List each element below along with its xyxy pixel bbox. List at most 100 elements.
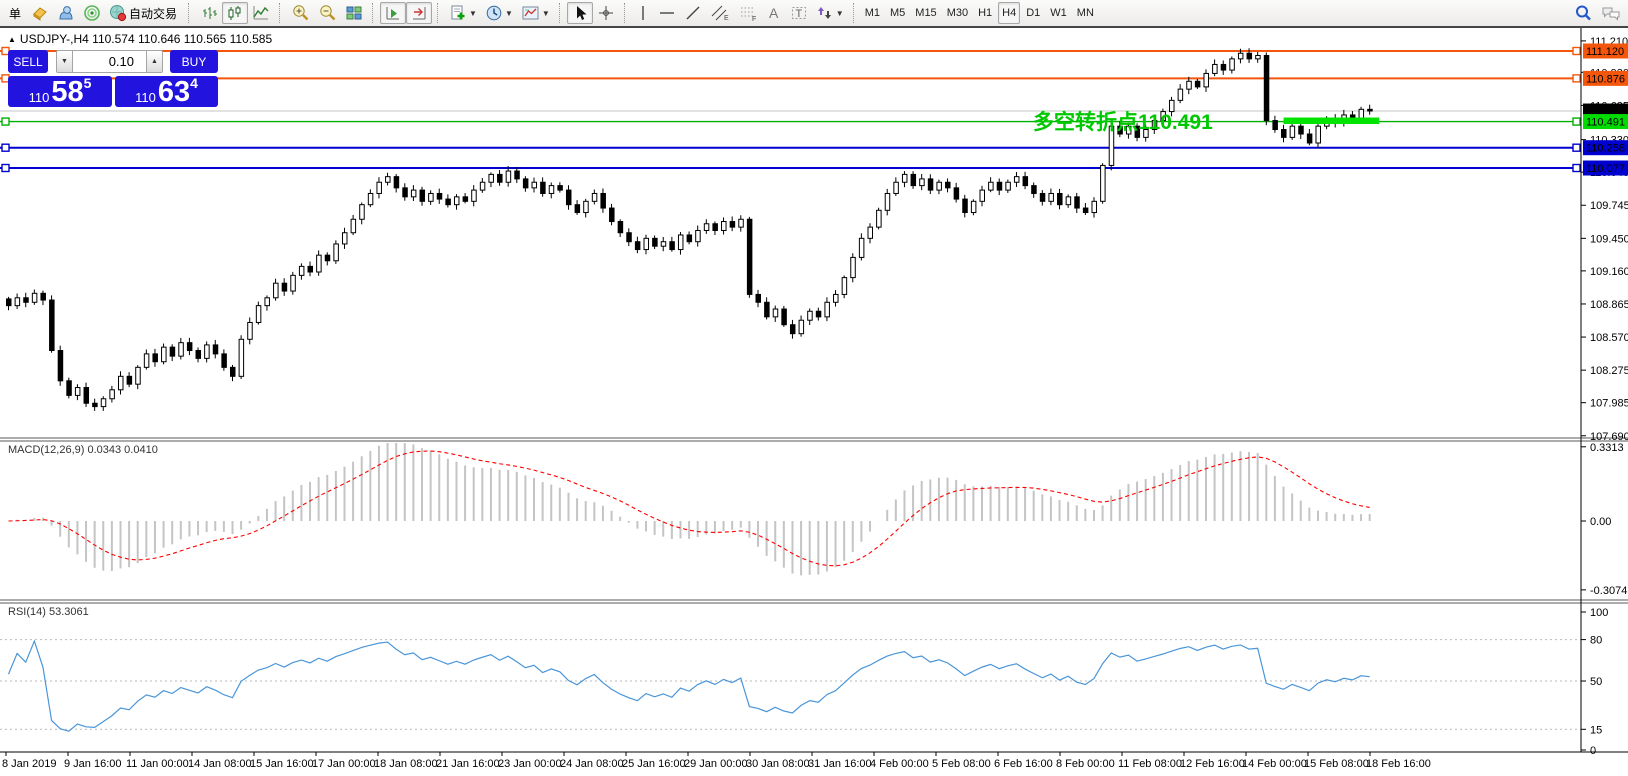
horizontal-line-icon [658, 4, 676, 22]
line-handles[interactable] [2, 48, 1580, 172]
toolbar-separator [559, 3, 564, 23]
bar-chart-button[interactable] [196, 2, 222, 24]
volume-increase-button[interactable]: ▲ [146, 50, 163, 73]
buy-price-button[interactable]: 110634 [115, 76, 218, 107]
search-button[interactable] [1570, 2, 1597, 24]
price-level-lines[interactable] [0, 51, 1580, 168]
chart-autoscroll-button[interactable] [380, 2, 406, 24]
svg-text:109.160: 109.160 [1590, 266, 1628, 278]
toolbar-separator [372, 3, 377, 23]
vertical-line-icon [636, 4, 650, 22]
timeframe-m1[interactable]: M1 [861, 2, 884, 24]
volume-decrease-button[interactable]: ▼ [56, 50, 73, 73]
arrows-icon [816, 4, 834, 22]
svg-text:E: E [724, 15, 729, 22]
fibonacci-button[interactable]: F [734, 2, 762, 24]
svg-text:14 Jan 08:00: 14 Jan 08:00 [188, 758, 252, 770]
equidistant-channel-icon: E [710, 4, 730, 22]
arrows-button[interactable]: ▼ [812, 2, 848, 24]
pivot-annotation[interactable]: 多空转折点110.491 [1033, 106, 1213, 136]
timeframe-w1[interactable]: W1 [1046, 2, 1071, 24]
timeframe-group: M1M5M15M30H1H4D1W1MN [861, 2, 1098, 24]
toolbar-separator [188, 3, 193, 23]
svg-text:11 Jan 00:00: 11 Jan 00:00 [126, 758, 189, 770]
zoom-out-button[interactable] [314, 2, 341, 24]
chart-canvas[interactable]: 111.210110.930110.635110.330110.040109.7… [0, 28, 1628, 776]
svg-text:23 Jan 00:00: 23 Jan 00:00 [498, 758, 562, 770]
svg-text:14 Feb 00:00: 14 Feb 00:00 [1242, 758, 1307, 770]
text-label-button[interactable]: T [786, 2, 812, 24]
macd-pane[interactable] [9, 443, 1370, 575]
autotrading-button[interactable]: 自动交易 [105, 2, 183, 24]
new-order-button[interactable]: 单 [3, 2, 27, 24]
templates-button[interactable]: ▼ [517, 2, 554, 24]
timeframe-mn[interactable]: MN [1073, 2, 1098, 24]
svg-text:110.077: 110.077 [1586, 163, 1625, 175]
line-chart-button[interactable] [248, 2, 274, 24]
svg-text:9 Jan 16:00: 9 Jan 16:00 [64, 758, 122, 770]
signal-button[interactable] [79, 2, 105, 24]
timeframe-h1[interactable]: H1 [974, 2, 996, 24]
bar-chart-icon [200, 4, 218, 22]
cursor-button[interactable] [567, 2, 593, 24]
collapse-arrow-icon[interactable]: ▲ [8, 35, 16, 44]
chart-title-text: USDJPY-,H4 110.574 110.646 110.565 110.5… [20, 32, 272, 46]
price-badges: 111.120110.876110.585110.491110.258110.0… [1583, 44, 1628, 176]
svg-text:108.865: 108.865 [1590, 299, 1628, 311]
sell-button[interactable]: SELL [8, 50, 48, 73]
candlestick-chart-button[interactable] [222, 2, 248, 24]
vertical-line-button[interactable] [632, 2, 654, 24]
fibonacci-icon: F [738, 4, 758, 22]
buy-button[interactable]: BUY [170, 50, 218, 73]
rsi-pane[interactable] [0, 640, 1581, 732]
history-icon [31, 4, 49, 22]
new-order-label: 单 [7, 5, 23, 22]
svg-text:15: 15 [1590, 724, 1602, 736]
svg-text:110.876: 110.876 [1586, 73, 1625, 85]
profiles-button[interactable] [53, 2, 79, 24]
timeframe-h4[interactable]: H4 [998, 2, 1020, 24]
equidistant-channel-button[interactable]: E [706, 2, 734, 24]
svg-text:5 Feb 08:00: 5 Feb 08:00 [932, 758, 991, 770]
svg-text:0.00: 0.00 [1590, 516, 1611, 528]
svg-text:107.985: 107.985 [1590, 398, 1628, 410]
horizontal-line-button[interactable] [654, 2, 680, 24]
chart-area[interactable]: 111.210110.930110.635110.330110.040109.7… [0, 28, 1628, 776]
pane-separators[interactable] [0, 438, 1628, 603]
svg-text:-0.3074: -0.3074 [1590, 585, 1627, 597]
zoom-in-button[interactable] [287, 2, 314, 24]
trendline-button[interactable] [680, 2, 706, 24]
chat-button[interactable] [1597, 2, 1625, 24]
main-toolbar: 单 自动交易 ▼ ▼ ▼ E F A T ▼ M1M5M15M30H1H4D1W… [0, 0, 1628, 28]
chart-shift-icon [410, 4, 428, 22]
svg-text:0.3313: 0.3313 [1590, 442, 1624, 454]
timeframe-m15[interactable]: M15 [911, 2, 940, 24]
svg-text:25 Jan 16:00: 25 Jan 16:00 [622, 758, 686, 770]
text-button[interactable]: A [762, 2, 786, 24]
trend-segment[interactable] [1284, 118, 1380, 125]
timeframe-d1[interactable]: D1 [1022, 2, 1044, 24]
tile-windows-icon [345, 4, 363, 22]
chart-shift-button[interactable] [406, 2, 432, 24]
timeframe-m30[interactable]: M30 [943, 2, 972, 24]
svg-text:100: 100 [1590, 607, 1608, 619]
sell-price-big: 58 [51, 79, 83, 105]
trendline-icon [684, 4, 702, 22]
indicators-icon [449, 4, 467, 22]
volume-input[interactable]: 0.10 [73, 50, 146, 73]
time-axis[interactable]: 8 Jan 20199 Jan 16:0011 Jan 00:0014 Jan … [2, 752, 1431, 770]
cursor-icon [571, 4, 589, 22]
timeframe-m5[interactable]: M5 [886, 2, 909, 24]
sell-price-prefix: 110 [29, 90, 50, 105]
crosshair-button[interactable] [593, 2, 619, 24]
svg-text:4 Feb 00:00: 4 Feb 00:00 [870, 758, 929, 770]
svg-text:17 Jan 00:00: 17 Jan 00:00 [312, 758, 376, 770]
tile-windows-button[interactable] [341, 2, 367, 24]
buy-price-prefix: 110 [135, 90, 156, 105]
text-icon: A [766, 4, 782, 22]
indicators-button[interactable]: ▼ [445, 2, 481, 24]
price-axis[interactable]: 111.210110.930110.635110.330110.040109.7… [0, 28, 1628, 757]
sell-price-button[interactable]: 110585 [8, 76, 112, 107]
history-button[interactable] [27, 2, 53, 24]
periods-button[interactable]: ▼ [481, 2, 517, 24]
